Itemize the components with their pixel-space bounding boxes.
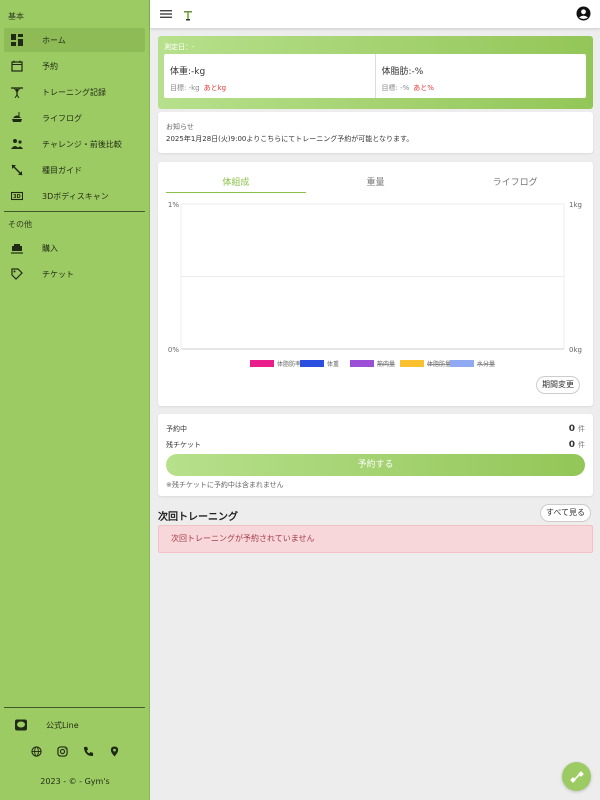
sidebar-section-basic: 基本	[8, 12, 24, 21]
next-training-title: 次回トレーニング	[158, 512, 238, 523]
notice-title: お知らせ	[166, 123, 194, 131]
tickets-row: 残チケット 0件	[166, 440, 585, 450]
sidebar-item-home[interactable]: ホーム	[4, 28, 145, 52]
sidebar-item-reservation[interactable]: 予約	[4, 54, 145, 78]
phone-icon[interactable]	[81, 744, 95, 758]
y-right-tick-label: 0kg	[569, 346, 582, 354]
globe-icon[interactable]	[29, 744, 43, 758]
svg-text:3D: 3D	[13, 194, 21, 200]
fab-quick-action-button[interactable]	[562, 762, 591, 791]
sidebar-item-label: 種目ガイド	[42, 165, 82, 175]
sidebar-item-lifelog[interactable]: ライフログ	[4, 106, 145, 130]
copyright: 2023 - © - Gym's	[40, 777, 110, 786]
tab-lifelog[interactable]: ライフログ	[445, 171, 585, 193]
weight-lifting-icon	[10, 85, 24, 99]
sidebar-item-official-line[interactable]: 公式Line	[8, 713, 141, 737]
sidebar-item-challenge[interactable]: チャレンジ・前後比較	[4, 132, 145, 156]
y-left-tick-label: 0%	[168, 346, 179, 354]
y-left-tick-label: 1%	[168, 201, 179, 209]
measurement-values: 体重:-kg 目標: -kg あとkg 体脂肪:-% 目標: -% あと%	[164, 54, 586, 98]
ticket-icon	[10, 267, 24, 281]
legend-label: 体脂肪量	[427, 360, 451, 368]
no-training-alert: 次回トレーニングが予約されていません	[158, 525, 593, 553]
tab-body-composition[interactable]: 体組成	[166, 171, 306, 193]
legend-label: 体脂肪率	[277, 360, 301, 368]
legend-label: 水分量	[477, 360, 495, 368]
tickets-count: 0	[568, 440, 575, 450]
fat-target-row: 目標: -% あと%	[382, 83, 587, 93]
group-icon	[10, 137, 24, 151]
reservation-note: ※残チケットに予約中は含まれません	[166, 481, 284, 489]
notice-card: お知らせ 2025年1月28日(火)9:00よりこちらにてトレーニング予約が可能…	[158, 112, 593, 153]
fat-value: 体脂肪:-%	[381, 67, 424, 77]
tickets-label: 残チケット	[166, 441, 201, 449]
location-pin-icon[interactable]	[107, 744, 121, 758]
calendar-edit-icon	[10, 59, 24, 73]
chart-tabs: 体組成 重量 ライフログ	[166, 171, 585, 193]
reservation-card: 予約中 0件 残チケット 0件 予約する ※残チケットに予約中は含まれません	[158, 414, 593, 496]
dumbbell-icon	[569, 770, 584, 783]
social-links	[0, 744, 150, 758]
sidebar-item-ticket[interactable]: チケット	[4, 262, 145, 286]
legend-label: 筋肉量	[377, 360, 395, 368]
legend-swatch	[350, 360, 374, 367]
fat-remaining: あと%	[413, 84, 434, 92]
booked-unit: 件	[578, 425, 585, 433]
sidebar-item-label: 予約	[42, 61, 58, 71]
body-composition-chart: 0% 1% 0kg 1kg 体脂肪率 体重 筋肉量 体脂肪量 水分量	[168, 201, 582, 368]
meal-icon	[10, 111, 24, 125]
see-all-button[interactable]: すべて見る	[539, 504, 591, 522]
sidebar-item-label: ライフログ	[42, 113, 82, 123]
legend-swatch	[400, 360, 424, 367]
menu-icon[interactable]	[159, 7, 173, 21]
sidebar-item-label: チケット	[42, 269, 74, 279]
tickets-unit: 件	[578, 441, 585, 449]
legend-swatch	[250, 360, 274, 367]
account-icon[interactable]	[576, 6, 591, 21]
reserve-button[interactable]: 予約する	[166, 454, 585, 476]
y-right-tick-label: 1kg	[569, 201, 582, 209]
sidebar-item-label: 3Dボディスキャン	[42, 191, 109, 201]
legend-swatch	[300, 360, 324, 367]
legend-swatch	[450, 360, 474, 367]
instagram-icon[interactable]	[55, 744, 69, 758]
expand-arrows-icon	[10, 163, 24, 177]
sidebar-item-label: チャレンジ・前後比較	[42, 139, 122, 149]
weight-remaining: あとkg	[203, 84, 227, 92]
dashboard-icon	[10, 33, 24, 47]
sidebar-item-label: 公式Line	[46, 720, 79, 730]
measurement-date: 測定日：-	[164, 43, 195, 51]
period-change-button[interactable]: 期間変更	[536, 376, 580, 394]
weight-target: 目標: -kg	[170, 84, 200, 92]
sidebar-bottom-divider	[4, 707, 145, 708]
legend-label: 体重	[327, 360, 339, 368]
booked-row: 予約中 0件	[166, 424, 585, 434]
chart-card: 体組成 重量 ライフログ 0% 1% 0kg 1kg 体脂肪率 体重 筋肉量 体脂肪量 水分量 …	[158, 162, 593, 406]
main-content: 測定日：- 体重:-kg 目標: -kg あとkg 体脂肪:-% 目標: -% あと…	[150, 28, 600, 800]
weight-column: 体重:-kg 目標: -kg あとkg	[164, 54, 375, 98]
measurement-card: 測定日：- 体重:-kg 目標: -kg あとkg 体脂肪:-% 目標: -% あと…	[158, 36, 593, 109]
gym-logo	[183, 9, 193, 21]
sidebar-item-3d-scan[interactable]: 3D 3Dボディスキャン	[4, 184, 145, 208]
scan-3d-icon: 3D	[10, 189, 24, 203]
sidebar-item-training-log[interactable]: トレーニング記録	[4, 80, 145, 104]
fat-column: 体脂肪:-% 目標: -% あと%	[374, 54, 587, 98]
line-app-icon	[14, 718, 28, 732]
sidebar-item-label: 購入	[42, 243, 58, 253]
booked-label: 予約中	[166, 425, 187, 433]
cart-icon	[10, 241, 24, 255]
sidebar-section-other: その他	[8, 220, 32, 229]
fat-target: 目標: -%	[381, 84, 410, 92]
sidebar-item-purchase[interactable]: 購入	[4, 236, 145, 260]
sidebar-item-exercise-guide[interactable]: 種目ガイド	[4, 158, 145, 182]
weight-value: 体重:-kg	[170, 67, 206, 77]
sidebar-item-label: ホーム	[42, 35, 66, 45]
top-bar	[150, 0, 600, 28]
sidebar-item-label: トレーニング記録	[42, 87, 106, 97]
sidebar: 基本 ホーム 予約 トレーニング記録 ライフログ チャレンジ・前後比較 種目ガイ	[0, 0, 150, 800]
booked-count: 0	[568, 424, 575, 434]
tab-weight[interactable]: 重量	[306, 171, 446, 193]
weight-target-row: 目標: -kg あとkg	[170, 83, 375, 93]
notice-body: 2025年1月28日(火)9:00よりこちらにてトレーニング予約が可能となります…	[166, 135, 414, 143]
